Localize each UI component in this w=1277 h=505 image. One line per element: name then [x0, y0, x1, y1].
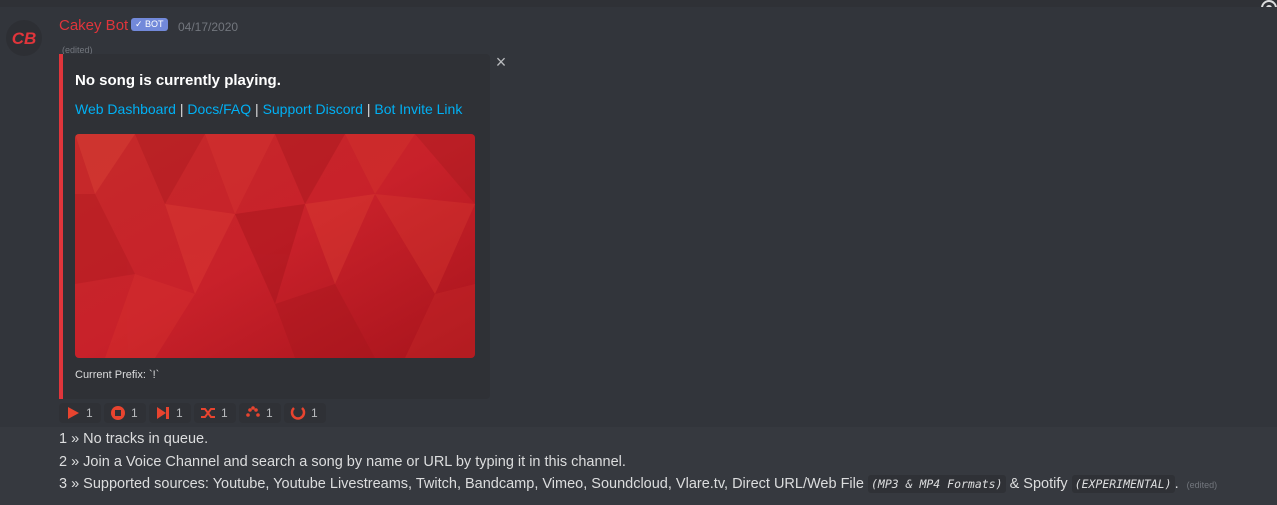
reaction-count: 1: [221, 406, 228, 420]
reaction-count: 1: [131, 406, 138, 420]
play-icon: [68, 407, 79, 419]
svg-text:CB: CB: [12, 29, 37, 48]
username[interactable]: Cakey Bot: [59, 17, 128, 34]
link-separator: |: [179, 101, 184, 117]
content-line-1: 1 » No tracks in queue.: [59, 431, 209, 447]
content-line-3-text: 3 » Supported sources: Youtube, Youtube …: [59, 476, 864, 492]
content-line-3-text: & Spotify: [1009, 476, 1068, 492]
support-discord-link[interactable]: Support Discord: [263, 101, 363, 117]
content-line-3-suffix: .: [1174, 476, 1179, 492]
reaction-count: 1: [311, 406, 318, 420]
link-separator: |: [255, 101, 259, 117]
timestamp: 04/17/2020: [178, 20, 239, 34]
reaction-count: 1: [86, 406, 93, 420]
reaction-count: 1: [176, 406, 183, 420]
embed-footer: Current Prefix: `!`: [75, 369, 160, 381]
edited-label: (edited): [1186, 480, 1218, 490]
content-line-3: 3 » Supported sources: Youtube, Youtube …: [59, 475, 1218, 493]
reaction-loading[interactable]: 1: [239, 403, 281, 423]
loading-dots-icon: [246, 406, 260, 417]
content-line-2: 2 » Join a Voice Channel and search a so…: [59, 454, 626, 470]
stop-icon: [111, 406, 125, 420]
embed-title: No song is currently playing.: [75, 72, 281, 89]
shuffle-icon: [201, 408, 215, 418]
inline-code: (MP3 & MP4 Formats): [867, 475, 1006, 493]
inline-code: (EXPERIMENTAL): [1071, 475, 1175, 493]
reaction-stop[interactable]: 1: [104, 403, 146, 423]
top-bar: [0, 0, 1277, 7]
embed: No song is currently playing. Web Dashbo…: [59, 54, 490, 399]
skip-icon: [157, 407, 169, 419]
reaction-count: 1: [266, 406, 273, 420]
cakey-logo-icon: CB: [12, 29, 37, 48]
close-icon[interactable]: ×: [493, 53, 509, 71]
docs-faq-link[interactable]: Docs/FAQ: [187, 101, 251, 117]
bot-badge: ✓ BOT: [131, 18, 168, 31]
reaction-shuffle[interactable]: 1: [194, 403, 236, 423]
reaction-play[interactable]: 1: [59, 403, 101, 423]
reaction-repeat[interactable]: 1: [284, 403, 326, 423]
bot-invite-link[interactable]: Bot Invite Link: [374, 101, 462, 117]
web-dashboard-link[interactable]: Web Dashboard: [75, 101, 176, 117]
embed-image[interactable]: [75, 134, 475, 358]
link-separator: |: [366, 101, 371, 117]
repeat-icon: [290, 407, 306, 420]
embed-links: Web Dashboard | Docs/FAQ | Support Disco…: [75, 101, 462, 117]
avatar[interactable]: CB: [6, 20, 42, 56]
reaction-skip[interactable]: 1: [149, 403, 191, 423]
